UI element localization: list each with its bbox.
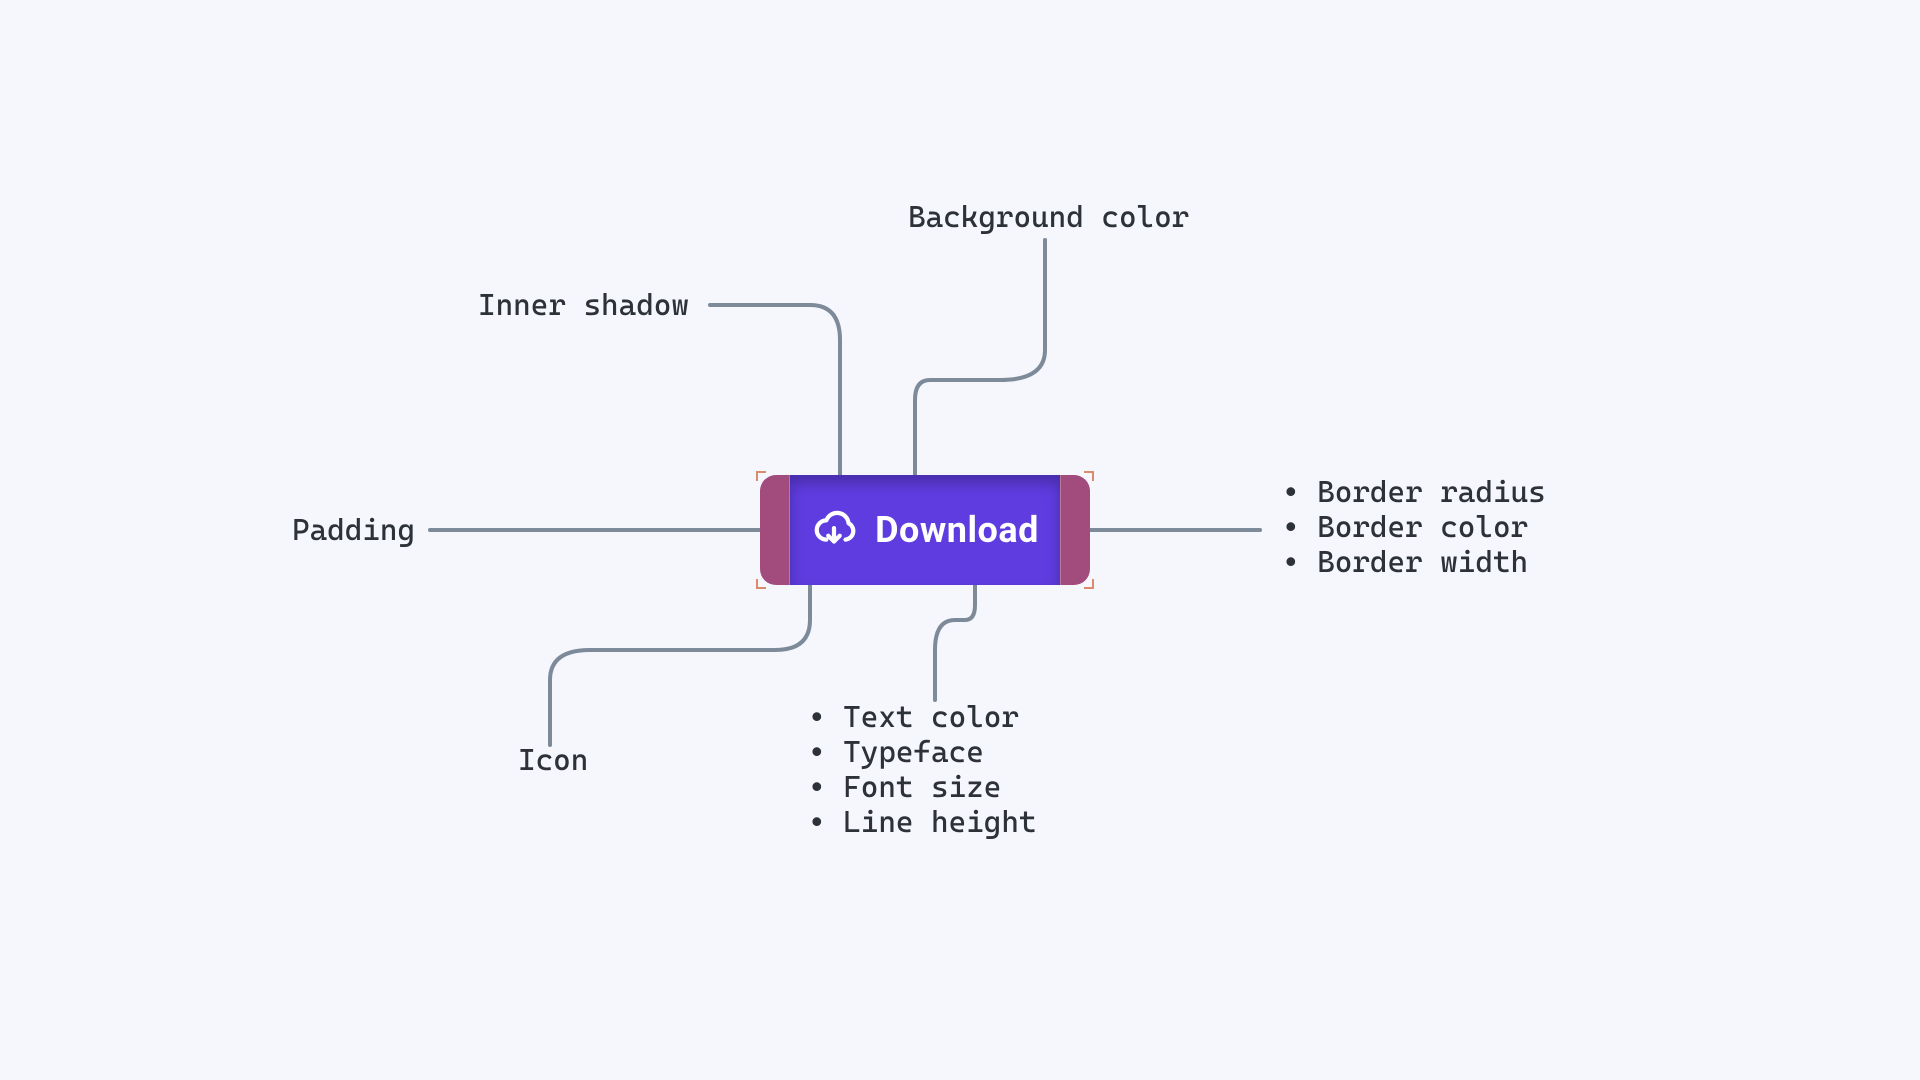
corner-tick: [756, 579, 766, 589]
download-button[interactable]: Download: [790, 475, 1060, 585]
annotation-inner-shadow: Inner shadow: [478, 288, 689, 323]
annotation-list-item: Font size: [808, 770, 1037, 805]
annotation-list-item: Line height: [808, 805, 1037, 840]
annotation-icon: Icon: [518, 743, 588, 778]
download-cloud-icon: [811, 507, 857, 553]
annotation-text-properties: Text color Typeface Font size Line heigh…: [808, 700, 1037, 840]
corner-tick: [1084, 471, 1094, 481]
padding-region-left: [760, 475, 790, 585]
annotation-list-item: Text color: [808, 700, 1037, 735]
corner-tick: [756, 471, 766, 481]
annotation-list-item: Border radius: [1282, 475, 1546, 510]
annotation-padding: Padding: [292, 513, 415, 548]
corner-tick: [1084, 579, 1094, 589]
annotation-list-item: Typeface: [808, 735, 1037, 770]
annotation-border-properties: Border radius Border color Border width: [1282, 475, 1546, 580]
download-button-label: Download: [875, 509, 1039, 551]
padding-region-right: [1060, 475, 1090, 585]
annotation-background-color: Background color: [908, 200, 1189, 235]
download-button-spec: Download: [760, 475, 1090, 585]
annotation-list-item: Border width: [1282, 545, 1546, 580]
annotation-list-item: Border color: [1282, 510, 1546, 545]
diagram-stage: Download Background color Inner shadow P…: [0, 0, 1920, 1080]
